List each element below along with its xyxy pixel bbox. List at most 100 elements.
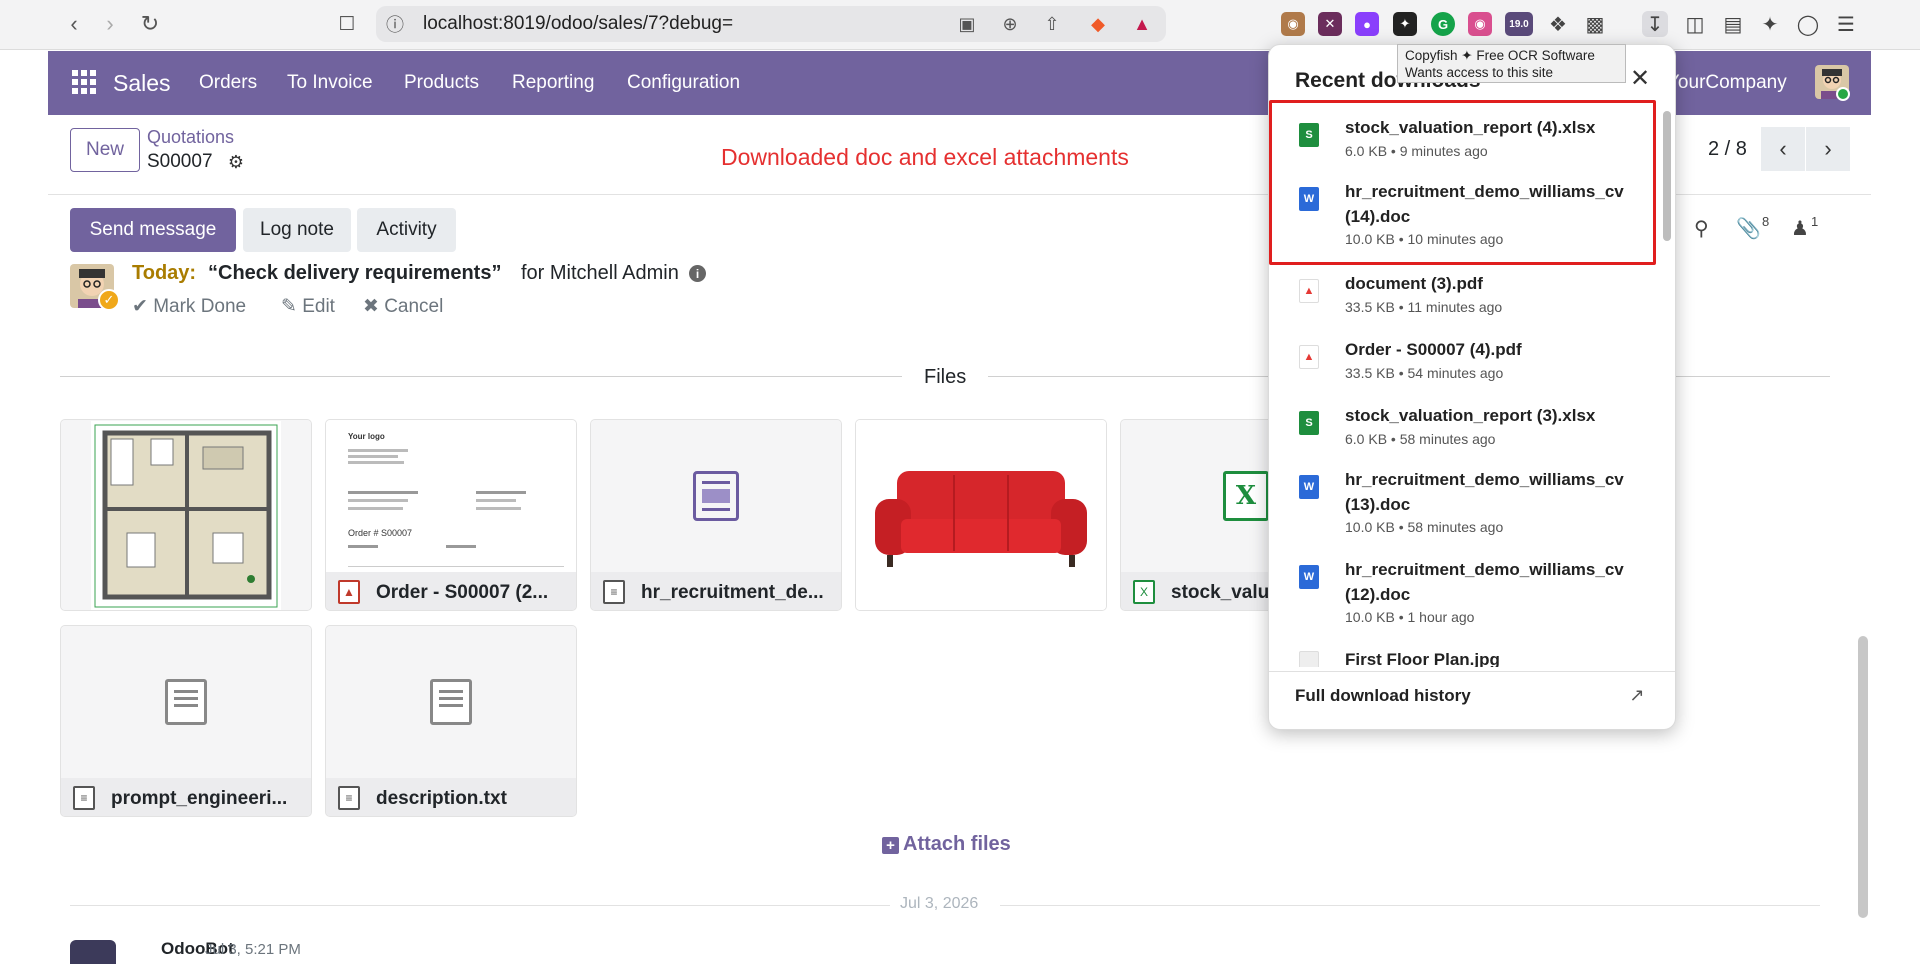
- txt-file-icon: ≡: [73, 786, 95, 810]
- reload-icon[interactable]: ↻: [136, 10, 164, 38]
- menu-products[interactable]: Products: [404, 72, 479, 94]
- external-link-icon[interactable]: ↗: [1625, 683, 1649, 707]
- download-item[interactable]: First Floor Plan.jpg: [1269, 635, 1661, 667]
- log-note-button[interactable]: Log note: [243, 208, 351, 252]
- site-info-icon[interactable]: ⓘ: [383, 12, 407, 36]
- file-card-sofa-image[interactable]: [855, 419, 1107, 611]
- info-icon[interactable]: i: [689, 265, 706, 282]
- menu-to-invoice[interactable]: To Invoice: [287, 72, 373, 94]
- vpn-shield-icon[interactable]: ◯: [1795, 11, 1821, 37]
- extensions-puzzle-icon[interactable]: ❖: [1545, 11, 1571, 37]
- activity-due-label: Today:: [132, 262, 197, 284]
- download-item[interactable]: W hr_recruitment_demo_williams_cv (13).d…: [1269, 455, 1661, 545]
- mark-done-button[interactable]: ✔ Mark Done: [132, 295, 246, 318]
- company-switcher[interactable]: YourCompany: [1667, 72, 1787, 94]
- pdf-icon: ▲: [1299, 279, 1319, 303]
- forward-icon[interactable]: ›: [96, 10, 124, 38]
- file-card-prompt-txt[interactable]: ≡ prompt_engineeri...: [60, 625, 312, 817]
- wallet-icon[interactable]: ▤: [1720, 11, 1746, 37]
- word-doc-icon: W: [1299, 565, 1319, 589]
- cast-icon[interactable]: ▣: [955, 12, 979, 36]
- brave-rewards-icon[interactable]: ▲: [1130, 12, 1154, 36]
- new-button[interactable]: New: [70, 128, 140, 172]
- extension-icon[interactable]: ●: [1355, 12, 1379, 36]
- cancel-button[interactable]: ✖ Cancel: [363, 295, 443, 318]
- download-item[interactable]: ▲ Order - S00007 (4).pdf 33.5 KB • 54 mi…: [1269, 323, 1661, 389]
- followers-count: 1: [1811, 214, 1819, 229]
- attach-files-label: Attach files: [903, 833, 1011, 855]
- menu-reporting[interactable]: Reporting: [512, 72, 594, 94]
- pager-next-button[interactable]: ›: [1806, 127, 1850, 171]
- download-meta: 10.0 KB • 1 hour ago: [1345, 609, 1475, 625]
- attachments-count: 8: [1762, 214, 1770, 229]
- extension-tooltip: Copyfish ✦ Free OCR Software Wants acces…: [1397, 44, 1626, 83]
- download-name: Order - S00007 (4).pdf: [1345, 340, 1522, 359]
- file-name: Order - S00007 (2...: [376, 582, 549, 603]
- search-tabs-icon[interactable]: ▩: [1582, 11, 1608, 37]
- downloads-icon[interactable]: ↧: [1642, 11, 1668, 37]
- pdf-preview-thumbnail: Your logo Order # S00007: [326, 420, 576, 572]
- sidebar-icon[interactable]: ◫: [1682, 11, 1708, 37]
- file-name: stock_valu: [1171, 582, 1270, 603]
- extension-icon[interactable]: ✕: [1318, 12, 1342, 36]
- file-name: hr_recruitment_de...: [641, 582, 824, 603]
- downloads-scrollbar[interactable]: [1663, 111, 1671, 241]
- file-footer: ≡ prompt_engineeri...: [61, 778, 311, 816]
- file-card-doc[interactable]: ≡ hr_recruitment_de...: [590, 419, 842, 611]
- activity-button[interactable]: Activity: [357, 208, 456, 252]
- file-footer: ≡ description.txt: [326, 778, 576, 816]
- url-text[interactable]: localhost:8019/odoo/sales/7?debug=: [423, 13, 733, 35]
- menu-configuration[interactable]: Configuration: [627, 72, 740, 94]
- activity-summary: “Check delivery requirements”: [208, 262, 502, 284]
- extension-icon[interactable]: ◉: [1281, 12, 1305, 36]
- download-item[interactable]: W hr_recruitment_demo_williams_cv (12).d…: [1269, 545, 1661, 635]
- download-item[interactable]: S stock_valuation_report (3).xlsx 6.0 KB…: [1269, 389, 1661, 455]
- pager-previous-button[interactable]: ‹: [1761, 127, 1805, 171]
- floor-plan-thumbnail: [61, 420, 311, 610]
- search-icon[interactable]: ⚲: [1694, 216, 1709, 241]
- apps-menu-icon[interactable]: [72, 70, 96, 94]
- leo-ai-icon[interactable]: ✦: [1757, 11, 1783, 37]
- divider: [1000, 905, 1820, 906]
- followers-icon[interactable]: ♟: [1791, 216, 1809, 241]
- full-download-history-link[interactable]: Full download history: [1295, 686, 1471, 706]
- record-name: S00007: [147, 151, 213, 172]
- document-image-icon: [693, 471, 739, 521]
- close-icon[interactable]: ✕: [1625, 63, 1655, 93]
- download-meta: 33.5 KB • 54 minutes ago: [1345, 365, 1504, 381]
- text-file-icon: [165, 679, 207, 725]
- tooltip-line-2: Wants access to this site: [1405, 65, 1554, 80]
- zoom-icon[interactable]: ⊕: [998, 12, 1022, 36]
- file-card-order-pdf[interactable]: Your logo Order # S00007 ▲ Order - S0000…: [325, 419, 577, 611]
- grammarly-icon[interactable]: G: [1431, 12, 1455, 36]
- gear-icon[interactable]: ⚙: [226, 152, 246, 172]
- breadcrumb-quotations[interactable]: Quotations: [147, 127, 234, 148]
- share-icon[interactable]: ⇧: [1040, 12, 1064, 36]
- file-card-floor-plan[interactable]: [60, 419, 312, 611]
- copyfish-icon[interactable]: ✦: [1393, 12, 1417, 36]
- menu-orders[interactable]: Orders: [199, 72, 257, 94]
- edit-label: Edit: [302, 296, 335, 317]
- back-icon[interactable]: ‹: [60, 10, 88, 38]
- pager-value[interactable]: 2 / 8: [1708, 138, 1747, 161]
- brave-shield-icon[interactable]: ◆: [1086, 12, 1110, 36]
- file-footer: ≡ hr_recruitment_de...: [591, 572, 841, 610]
- extension-badge-icon[interactable]: 19.0: [1505, 12, 1533, 36]
- download-meta: 10.0 KB • 58 minutes ago: [1345, 519, 1504, 535]
- page-scrollbar[interactable]: [1858, 636, 1868, 918]
- download-item[interactable]: ▲ document (3).pdf 33.5 KB • 11 minutes …: [1269, 257, 1661, 323]
- attach-files-button[interactable]: + Attach files: [882, 833, 1011, 856]
- paperclip-icon[interactable]: 📎: [1736, 216, 1761, 241]
- pdf-icon: ▲: [1299, 345, 1319, 369]
- app-name[interactable]: Sales: [113, 70, 171, 97]
- extension-icon[interactable]: ◉: [1468, 12, 1492, 36]
- file-name: prompt_engineeri...: [111, 788, 288, 809]
- file-card-description-txt[interactable]: ≡ description.txt: [325, 625, 577, 817]
- menu-icon[interactable]: ☰: [1833, 11, 1859, 37]
- send-message-button[interactable]: Send message: [70, 208, 236, 252]
- bookmark-icon[interactable]: ☐: [333, 10, 361, 38]
- annotation-highlight-box: [1269, 100, 1656, 265]
- edit-button[interactable]: ✎ Edit: [281, 295, 335, 318]
- file-footer: ▲ Order - S00007 (2...: [326, 572, 576, 610]
- txt-file-icon: ≡: [338, 786, 360, 810]
